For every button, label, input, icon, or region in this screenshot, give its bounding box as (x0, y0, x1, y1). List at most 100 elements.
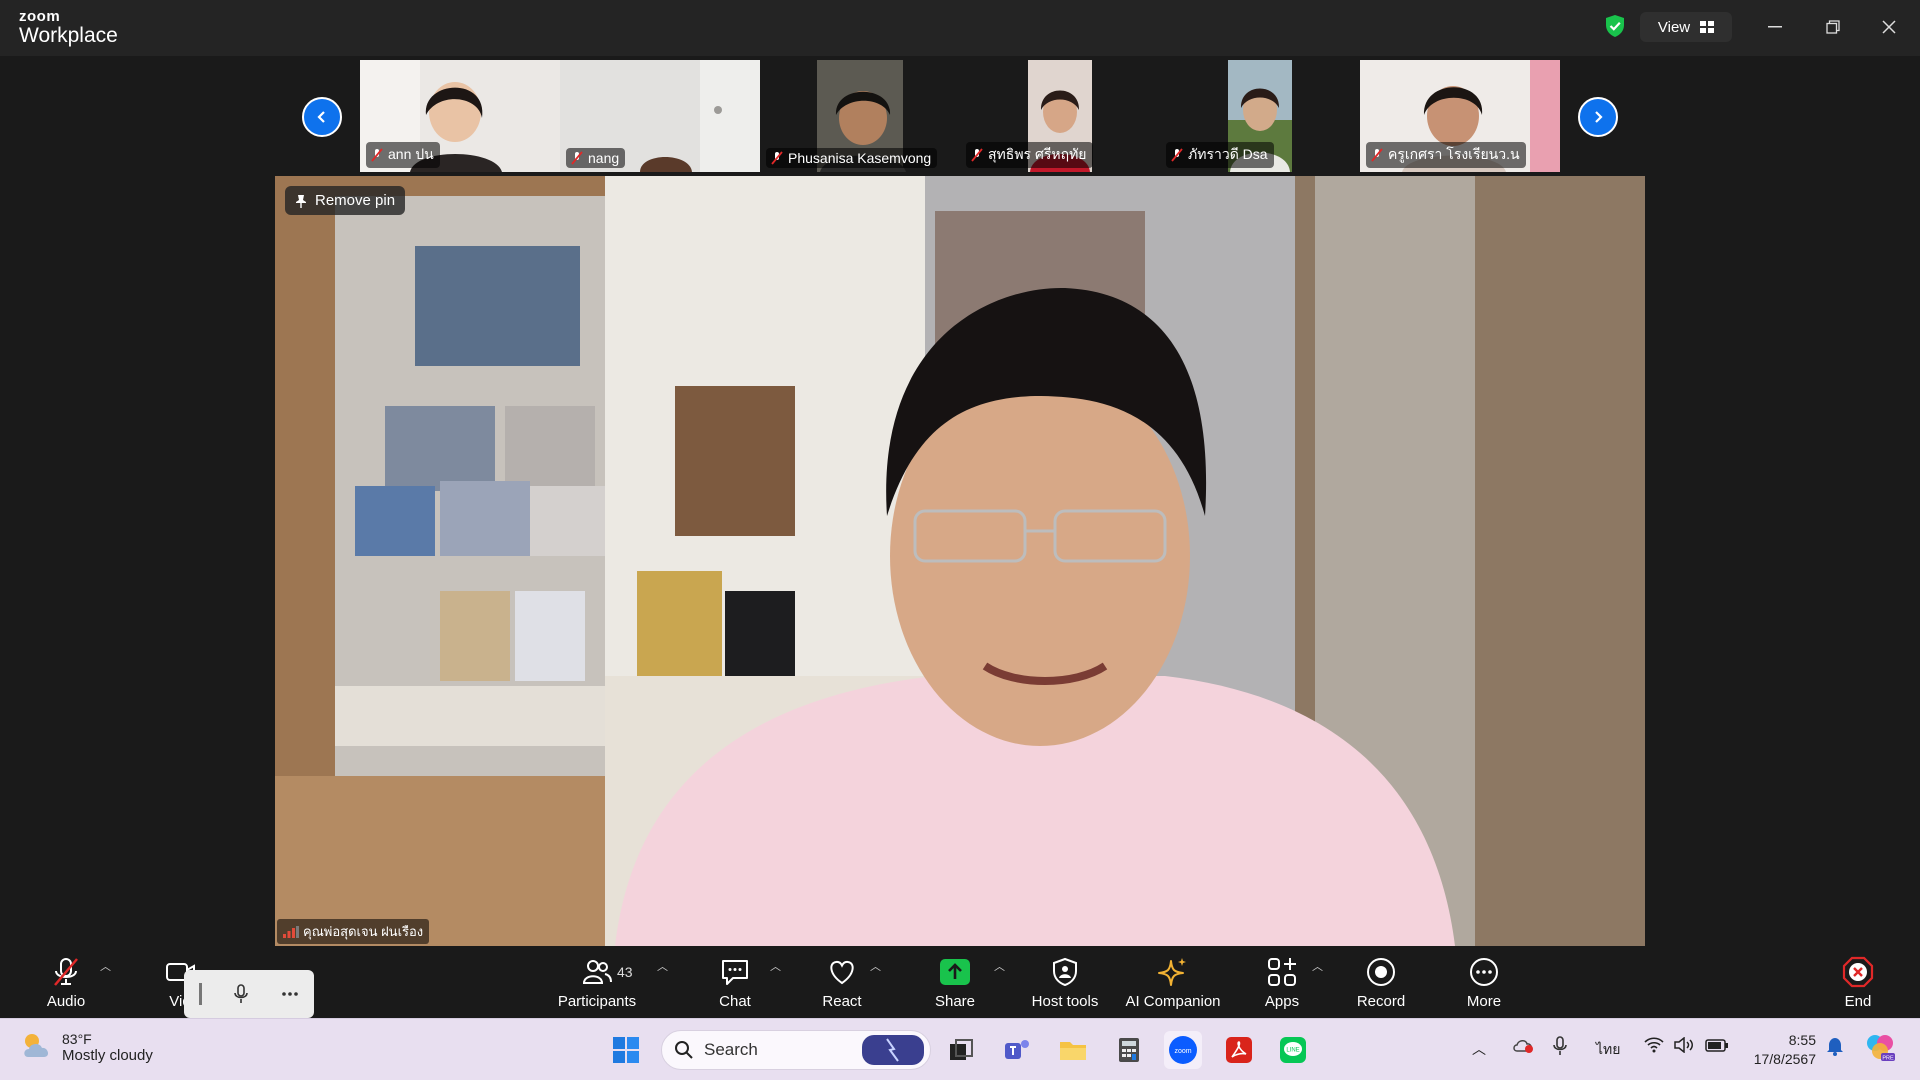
record-icon (1367, 957, 1395, 986)
pinned-video[interactable]: Remove pin คุณพ่อสุดเจน ฝนเรือง (275, 176, 1645, 946)
taskbar-search[interactable]: Search (661, 1030, 931, 1070)
heart-icon (830, 960, 854, 984)
audio-button[interactable]: Audio (40, 946, 92, 1018)
audio-label: Audio (46, 992, 86, 1010)
apps-label: Apps (1264, 992, 1300, 1010)
search-icon (675, 1041, 693, 1059)
participant-tile[interactable]: ภัทราวดี Dsa (1160, 60, 1360, 172)
security-shield-icon[interactable] (1604, 14, 1626, 38)
react-label: React (822, 992, 862, 1010)
more-button[interactable]: More (1462, 946, 1506, 1018)
participants-options-chevron-icon[interactable]: ︿ (657, 958, 668, 974)
muted-microphone-icon (54, 957, 78, 986)
file-explorer-button[interactable] (1054, 1031, 1092, 1069)
pin-icon (296, 194, 306, 208)
title-bar: zoom Workplace View (0, 0, 1920, 56)
sparkle-icon (1158, 957, 1186, 986)
wifi-icon[interactable] (1644, 1037, 1664, 1056)
host-tools-button[interactable]: Host tools (1028, 946, 1102, 1018)
line-button[interactable]: LINE (1274, 1031, 1312, 1069)
participant-name-tag: ครูเกศรา โรงเรียนว.น (1366, 142, 1526, 168)
apps-button[interactable]: Apps (1262, 946, 1302, 1018)
end-label: End (1844, 992, 1872, 1010)
battery-icon[interactable] (1705, 1037, 1729, 1056)
participant-tile[interactable]: สุทธิพร ศรีหฤทัย (960, 60, 1160, 172)
more-label: More (1466, 992, 1502, 1010)
record-button[interactable]: Record (1356, 946, 1406, 1018)
gallery-next-button[interactable] (1578, 97, 1618, 137)
participant-tile[interactable]: ann ปน (360, 60, 560, 172)
microphone-icon[interactable] (232, 984, 250, 1004)
copilot-icon[interactable]: PRE (1864, 1031, 1896, 1066)
participant-name-tag: สุทธิพร ศรีหฤทัย (966, 142, 1093, 168)
participant-name-tag: ภัทราวดี Dsa (1166, 142, 1274, 168)
teams-button[interactable] (998, 1031, 1036, 1069)
restore-button[interactable] (1810, 12, 1856, 42)
chat-label: Chat (719, 992, 751, 1010)
volume-icon[interactable] (1674, 1036, 1694, 1056)
ellipsis-icon[interactable] (281, 991, 299, 997)
zoom-taskbar-button[interactable]: zoom (1164, 1031, 1202, 1069)
record-label: Record (1356, 992, 1406, 1010)
participant-tile[interactable]: Phusanisa Kasemvong (760, 60, 960, 172)
logo-zoom-text: zoom (19, 8, 61, 25)
ai-companion-button[interactable]: AI Companion (1122, 946, 1224, 1018)
share-screen-icon (940, 958, 970, 985)
more-options-icon (1470, 957, 1498, 986)
svg-text:zoom: zoom (1174, 1048, 1191, 1055)
weather-widget[interactable]: 83°F Mostly cloudy (20, 1031, 153, 1064)
muted-mic-icon (571, 151, 583, 165)
view-button[interactable]: View (1640, 12, 1732, 42)
weather-condition: Mostly cloudy (62, 1047, 153, 1064)
zoom-app-icon: zoom (1169, 1036, 1197, 1064)
search-placeholder: Search (704, 1040, 758, 1059)
participant-tile[interactable]: nang (560, 60, 760, 172)
task-view-button[interactable] (942, 1031, 980, 1069)
participant-name: nang (588, 150, 620, 166)
remove-pin-button[interactable]: Remove pin (285, 186, 406, 215)
chevron-right-icon (1595, 111, 1603, 123)
notification-bell-icon[interactable] (1826, 1036, 1844, 1059)
windows-taskbar: 83°F Mostly cloudy Search zoom LINE ︿ ไท… (0, 1018, 1920, 1080)
teams-icon (1005, 1040, 1029, 1059)
chat-button[interactable]: Chat (712, 946, 758, 1018)
apps-options-chevron-icon[interactable]: ︿ (1312, 958, 1323, 974)
share-options-chevron-icon[interactable]: ︿ (994, 958, 1005, 974)
participant-name: ครูเกศรา โรงเรียนว.น (1388, 146, 1520, 162)
react-button[interactable]: React (818, 946, 866, 1018)
acrobat-button[interactable] (1220, 1031, 1258, 1069)
signal-strength-icon (283, 925, 299, 938)
close-button[interactable] (1866, 12, 1912, 42)
folder-icon (1060, 1042, 1086, 1060)
calculator-button[interactable] (1110, 1031, 1148, 1069)
restore-icon (1826, 20, 1840, 34)
start-button[interactable] (607, 1031, 645, 1069)
show-hidden-icons-chevron-icon[interactable]: ︿ (1472, 1039, 1486, 1059)
end-meeting-button[interactable]: End (1840, 946, 1876, 1018)
drag-handle[interactable] (199, 983, 203, 1005)
input-language-indicator[interactable]: ไทย (1596, 1039, 1620, 1061)
participants-button[interactable]: Participants (552, 946, 642, 1018)
audio-options-chevron-icon[interactable]: ︿ (100, 958, 111, 974)
muted-mic-icon (971, 148, 983, 162)
gallery-prev-button[interactable] (302, 97, 342, 137)
share-button[interactable]: Share (930, 946, 980, 1018)
floating-audio-controls[interactable] (184, 970, 314, 1018)
participant-name-tag: ann ปน (366, 142, 440, 168)
clock-date: 17/8/2567 (1753, 1051, 1816, 1067)
microphone-in-use-icon[interactable] (1553, 1036, 1567, 1059)
muted-mic-icon (371, 148, 383, 162)
minimize-button[interactable] (1752, 12, 1798, 42)
speaker-name-tag: คุณพ่อสุดเจน ฝนเรือง (277, 919, 430, 944)
chat-options-chevron-icon[interactable]: ︿ (770, 958, 781, 974)
close-icon (1882, 20, 1896, 34)
taskbar-clock[interactable]: 8:55 17/8/2567 (1740, 1031, 1816, 1069)
react-options-chevron-icon[interactable]: ︿ (870, 958, 881, 974)
onedrive-icon[interactable] (1512, 1037, 1534, 1056)
clock-time: 8:55 (1788, 1032, 1816, 1048)
zoom-logo: zoom Workplace (19, 9, 118, 46)
participant-tile[interactable]: ครูเกศรา โรงเรียนว.น (1360, 60, 1560, 172)
participant-name: สุทธิพร ศรีหฤทัย (988, 146, 1087, 162)
meeting-stage: ann ปน nang Phusanisa Kasemvong สุทธิพร … (0, 56, 1920, 946)
svg-text:PRE: PRE (1882, 1056, 1894, 1062)
